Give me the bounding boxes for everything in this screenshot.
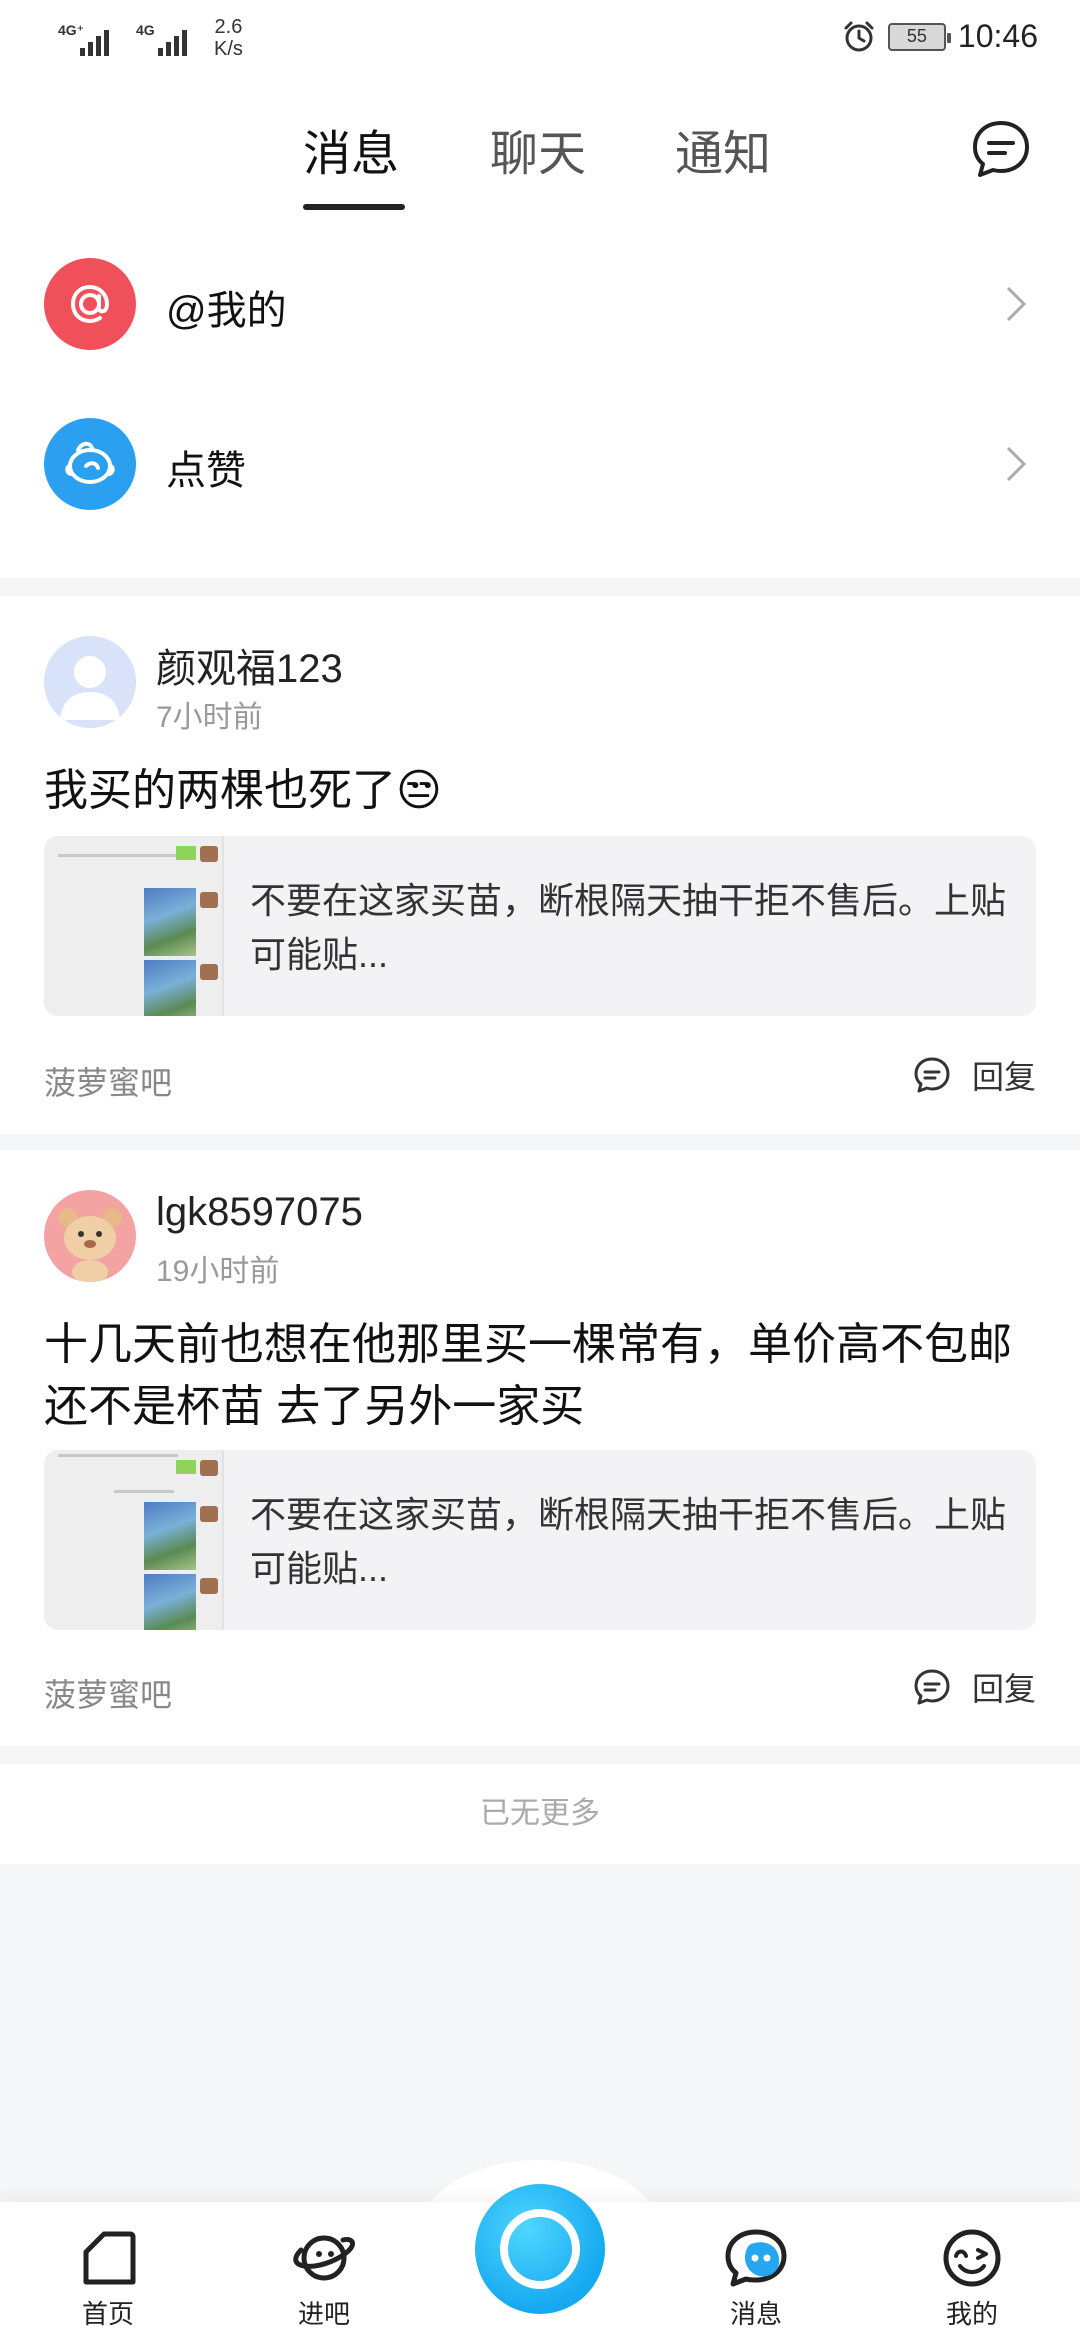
top-tabs: 消息 聊天 通知	[0, 84, 1080, 224]
quoted-post[interactable]: 不要在这家买苗，断根隔天抽干拒不售后。上贴可能贴...	[44, 836, 1036, 1016]
reply-post-1[interactable]: 颜观福123 7小时前 我买的两棵也死了😒 不要在这家买苗，断根隔天抽干拒不售后…	[0, 596, 1080, 1134]
comment-icon	[914, 1669, 950, 1705]
quoted-post-text: 不要在这家买苗，断根隔天抽干拒不售后。上贴可能贴...	[250, 1494, 1007, 1589]
avatar[interactable]	[44, 1190, 136, 1282]
nav-messages[interactable]: 消息	[696, 2226, 816, 2331]
tab-chat[interactable]: 聊天	[490, 114, 586, 184]
clock: 10:46	[957, 18, 1038, 54]
username[interactable]: 颜观福123	[156, 636, 343, 694]
tab-indicator	[303, 204, 405, 210]
new-chat-icon[interactable]	[970, 118, 1032, 180]
forum-name[interactable]: 菠萝蜜吧	[44, 1670, 172, 1716]
at-me-row[interactable]: @我的	[0, 224, 1080, 384]
forum-name[interactable]: 菠萝蜜吧	[44, 1058, 172, 1104]
alarm-icon	[844, 21, 874, 51]
post-time: 19小时前	[156, 1255, 280, 1288]
thumbs-up-icon	[44, 418, 136, 510]
notify-section: @我的 点赞	[0, 224, 1080, 578]
at-icon	[44, 258, 136, 350]
reply-label: 回复	[971, 1059, 1036, 1095]
likes-row[interactable]: 点赞	[0, 402, 1080, 562]
no-more-indicator: 已无更多	[0, 1764, 1080, 1864]
signal-icon-2: 4G	[136, 18, 200, 58]
at-me-label: @我的	[166, 289, 287, 333]
quoted-post-thumbnail	[44, 836, 224, 1016]
reply-content: 十几天前也想在他那里买一棵常有，单价高不包邮还不是杯苗 去了另外一家买	[44, 1320, 1012, 1431]
post-time: 7小时前	[156, 701, 263, 734]
message-icon	[725, 2229, 787, 2287]
tab-notifications[interactable]: 通知	[675, 114, 771, 184]
likes-label: 点赞	[166, 449, 246, 493]
quoted-post-thumbnail	[44, 1450, 224, 1630]
chevron-right-icon	[1006, 286, 1027, 322]
quoted-post[interactable]: 不要在这家买苗，断根隔天抽干拒不售后。上贴可能贴...	[44, 1450, 1036, 1630]
avatar[interactable]	[44, 636, 136, 728]
reply-button[interactable]: 回复	[912, 1052, 1036, 1098]
planet-icon	[293, 2235, 356, 2281]
reply-content: 我买的两棵也死了😒	[44, 766, 442, 815]
nav-forums[interactable]: 进吧	[264, 2226, 384, 2331]
quoted-post-text: 不要在这家买苗，断根隔天抽干拒不售后。上贴可能贴...	[250, 880, 1007, 975]
username[interactable]: lgk8597075	[156, 1190, 363, 1235]
nav-profile[interactable]: 我的	[912, 2226, 1032, 2331]
reply-button[interactable]: 回复	[912, 1664, 1036, 1710]
status-bar: 4G⁺ 4G 2.6 K/s 55 10:46	[0, 0, 1080, 84]
reply-post-2[interactable]: lgk8597075 19小时前 十几天前也想在他那里买一棵常有，单价高不包邮还…	[0, 1150, 1080, 1746]
chevron-right-icon	[1006, 446, 1027, 482]
profile-icon	[943, 2229, 1001, 2287]
comment-icon	[914, 1057, 950, 1093]
tab-messages[interactable]: 消息	[303, 114, 399, 184]
camera-icon[interactable]	[475, 2184, 605, 2314]
network-speed: 2.6 K/s	[214, 16, 243, 60]
battery-icon: 55	[887, 22, 951, 51]
home-icon	[83, 2231, 136, 2285]
signal-icon: 4G⁺	[58, 18, 122, 58]
nav-home[interactable]: 首页	[48, 2226, 168, 2331]
reply-label: 回复	[971, 1671, 1036, 1707]
